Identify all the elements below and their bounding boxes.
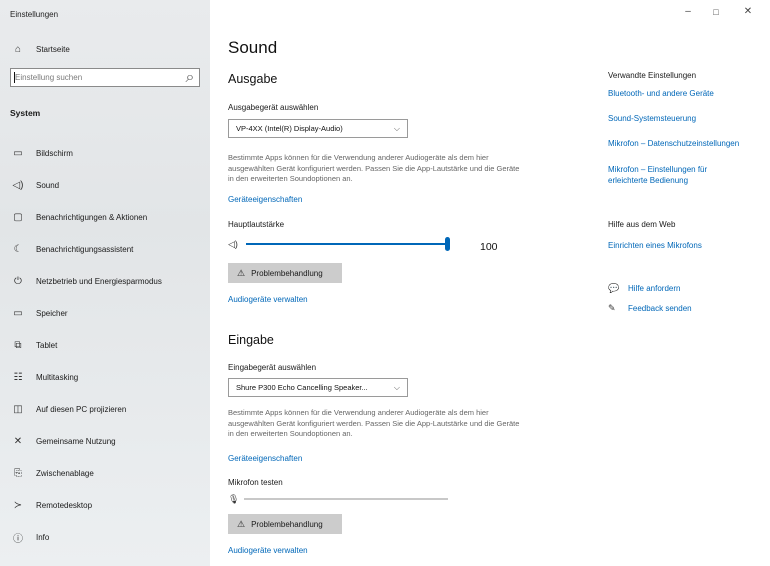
- input-troubleshoot-button[interactable]: ⚠ Problembehandlung: [228, 514, 342, 534]
- warning-icon: ⚠: [237, 518, 246, 529]
- speaker-icon: ◁): [228, 238, 238, 249]
- input-description: Bestimmte Apps können für die Verwendung…: [228, 408, 520, 438]
- chevron-down-icon: ⌵: [393, 382, 400, 392]
- master-volume-label: Hauptlautstärke: [228, 220, 285, 229]
- feedback-label: Feedback senden: [628, 304, 692, 313]
- related-link-bluetooth[interactable]: Bluetooth- und andere Geräte: [608, 88, 766, 99]
- sidebar-item-remotedesktop[interactable]: ≻ Remotedesktop: [0, 489, 210, 521]
- get-help-label: Hilfe anfordern: [628, 284, 681, 293]
- volume-track[interactable]: [246, 237, 450, 251]
- sidebar-item-zwischenablage[interactable]: ⎘ Zwischenablage: [0, 457, 210, 489]
- sidebar-item-sound[interactable]: ◁) Sound: [0, 169, 210, 201]
- multitasking-icon: ☷: [13, 371, 23, 383]
- sidebar-item-tablet[interactable]: ⧉ Tablet: [0, 329, 210, 361]
- related-link-mic-privacy[interactable]: Mikrofon – Datenschutzeinstellungen: [608, 138, 766, 149]
- window-title: Einstellungen: [10, 10, 59, 19]
- mic-level-track: [244, 498, 448, 500]
- sidebar: Einstellungen ⌂ Startseite ⌕ System ▭ Bi…: [0, 0, 210, 566]
- input-device-value: Shure P300 Echo Cancelling Speaker...: [236, 383, 368, 392]
- help-heading: Hilfe aus dem Web: [608, 220, 676, 229]
- sidebar-item-label: Benachrichtigungen & Aktionen: [36, 212, 148, 222]
- sidebar-item-bildschirm[interactable]: ▭ Bildschirm: [0, 137, 210, 169]
- info-icon: ⓘ: [13, 533, 23, 545]
- mic-test-label: Mikrofon testen: [228, 478, 283, 487]
- sidebar-item-info[interactable]: ⓘ Info: [0, 521, 210, 553]
- output-device-label: Ausgabegerät auswählen: [228, 103, 319, 112]
- button-label: Problembehandlung: [251, 268, 323, 278]
- search-icon[interactable]: ⌕: [181, 69, 199, 87]
- sidebar-item-label: Bildschirm: [36, 148, 73, 158]
- sidebar-item-label: Info: [36, 532, 50, 542]
- chevron-down-icon: ⌵: [393, 123, 400, 133]
- volume-thumb[interactable]: [445, 237, 450, 251]
- text-caret: [14, 72, 15, 83]
- speaker-icon: ◁): [12, 179, 24, 191]
- remote-icon: ≻: [13, 499, 23, 511]
- search-input[interactable]: [11, 73, 181, 82]
- tablet-icon: ⧉: [14, 339, 22, 351]
- sidebar-item-label: Speicher: [36, 308, 68, 318]
- home-icon: ⌂: [14, 43, 22, 55]
- get-help-link[interactable]: 💬 Hilfe anfordern: [608, 283, 680, 294]
- output-device-value: VP-4XX (Intel(R) Display-Audio): [236, 124, 343, 133]
- section-label-system: System: [10, 108, 41, 118]
- help-link-setup-mic[interactable]: Einrichten eines Mikrofons: [608, 240, 766, 251]
- related-heading: Verwandte Einstellungen: [608, 71, 697, 80]
- input-heading: Eingabe: [228, 333, 274, 347]
- sidebar-item-label: Benachrichtigungsassistent: [36, 244, 134, 254]
- microphone-icon: 🎙: [228, 493, 240, 504]
- sidebar-item-netzbetrieb[interactable]: ⏻ Netzbetrieb und Energiesparmodus: [0, 265, 210, 297]
- output-heading: Ausgabe: [228, 72, 278, 86]
- clipboard-icon: ⎘: [14, 467, 22, 479]
- mic-level-meter: 🎙: [228, 492, 448, 506]
- storage-icon: ▭: [13, 307, 23, 319]
- master-volume-slider[interactable]: ◁): [228, 236, 450, 252]
- input-properties-link[interactable]: Geräteeigenschaften: [228, 454, 302, 463]
- moon-icon: ☾: [13, 243, 23, 255]
- sidebar-nav-list: ▭ Bildschirm ◁) Sound ▢ Benachrichtigung…: [0, 137, 210, 553]
- input-device-label: Eingabegerät auswählen: [228, 363, 317, 372]
- project-icon: ◫: [13, 403, 23, 415]
- sidebar-item-benachrichtigungsassistent[interactable]: ☾ Benachrichtigungsassistent: [0, 233, 210, 265]
- sidebar-item-label: Netzbetrieb und Energiesparmodus: [36, 276, 162, 286]
- output-device-select[interactable]: VP-4XX (Intel(R) Display-Audio) ⌵: [228, 119, 408, 138]
- output-properties-link[interactable]: Geräteeigenschaften: [228, 195, 302, 204]
- feedback-icon: ✎: [608, 303, 616, 313]
- sidebar-item-speicher[interactable]: ▭ Speicher: [0, 297, 210, 329]
- sidebar-item-label: Zwischenablage: [36, 468, 94, 478]
- sidebar-item-projizieren[interactable]: ◫ Auf diesen PC projizieren: [0, 393, 210, 425]
- input-device-select[interactable]: Shure P300 Echo Cancelling Speaker... ⌵: [228, 378, 408, 397]
- sidebar-item-label: Sound: [36, 180, 60, 190]
- monitor-icon: ▭: [13, 147, 23, 159]
- sidebar-item-home[interactable]: ⌂ Startseite: [0, 38, 210, 60]
- related-panel: Verwandte Einstellungen Bluetooth- und a…: [608, 0, 770, 566]
- feedback-link[interactable]: ✎ Feedback senden: [608, 303, 692, 314]
- page-title: Sound: [228, 38, 278, 57]
- related-link-sound-control[interactable]: Sound-Systemsteuerung: [608, 113, 766, 124]
- power-icon: ⏻: [14, 275, 22, 287]
- notification-icon: ▢: [13, 211, 23, 223]
- share-icon: ✕: [13, 435, 23, 447]
- input-manage-devices-link[interactable]: Audiogeräte verwalten: [228, 546, 308, 555]
- sidebar-item-gemeinsame-nutzung[interactable]: ✕ Gemeinsame Nutzung: [0, 425, 210, 457]
- volume-value: 100: [480, 241, 498, 253]
- button-label: Problembehandlung: [251, 519, 323, 529]
- search-box[interactable]: ⌕: [10, 68, 200, 87]
- sidebar-item-label: Remotedesktop: [36, 500, 93, 510]
- warning-icon: ⚠: [237, 267, 246, 278]
- output-manage-devices-link[interactable]: Audiogeräte verwalten: [228, 295, 308, 304]
- output-description: Bestimmte Apps können für die Verwendung…: [228, 153, 520, 183]
- volume-fill: [246, 243, 448, 245]
- sidebar-item-label: Gemeinsame Nutzung: [36, 436, 116, 446]
- sidebar-item-label: Auf diesen PC projizieren: [36, 404, 127, 414]
- sidebar-item-multitasking[interactable]: ☷ Multitasking: [0, 361, 210, 393]
- chat-help-icon: 💬: [608, 283, 620, 293]
- sidebar-item-benachrichtigungen[interactable]: ▢ Benachrichtigungen & Aktionen: [0, 201, 210, 233]
- main-content: Sound Ausgabe Ausgabegerät auswählen VP-…: [228, 0, 588, 566]
- sidebar-item-label: Tablet: [36, 340, 58, 350]
- output-troubleshoot-button[interactable]: ⚠ Problembehandlung: [228, 263, 342, 283]
- sidebar-item-label: Startseite: [36, 44, 70, 54]
- related-link-mic-accessibility[interactable]: Mikrofon – Einstellungen für erleichtert…: [608, 164, 748, 186]
- sidebar-item-label: Multitasking: [36, 372, 79, 382]
